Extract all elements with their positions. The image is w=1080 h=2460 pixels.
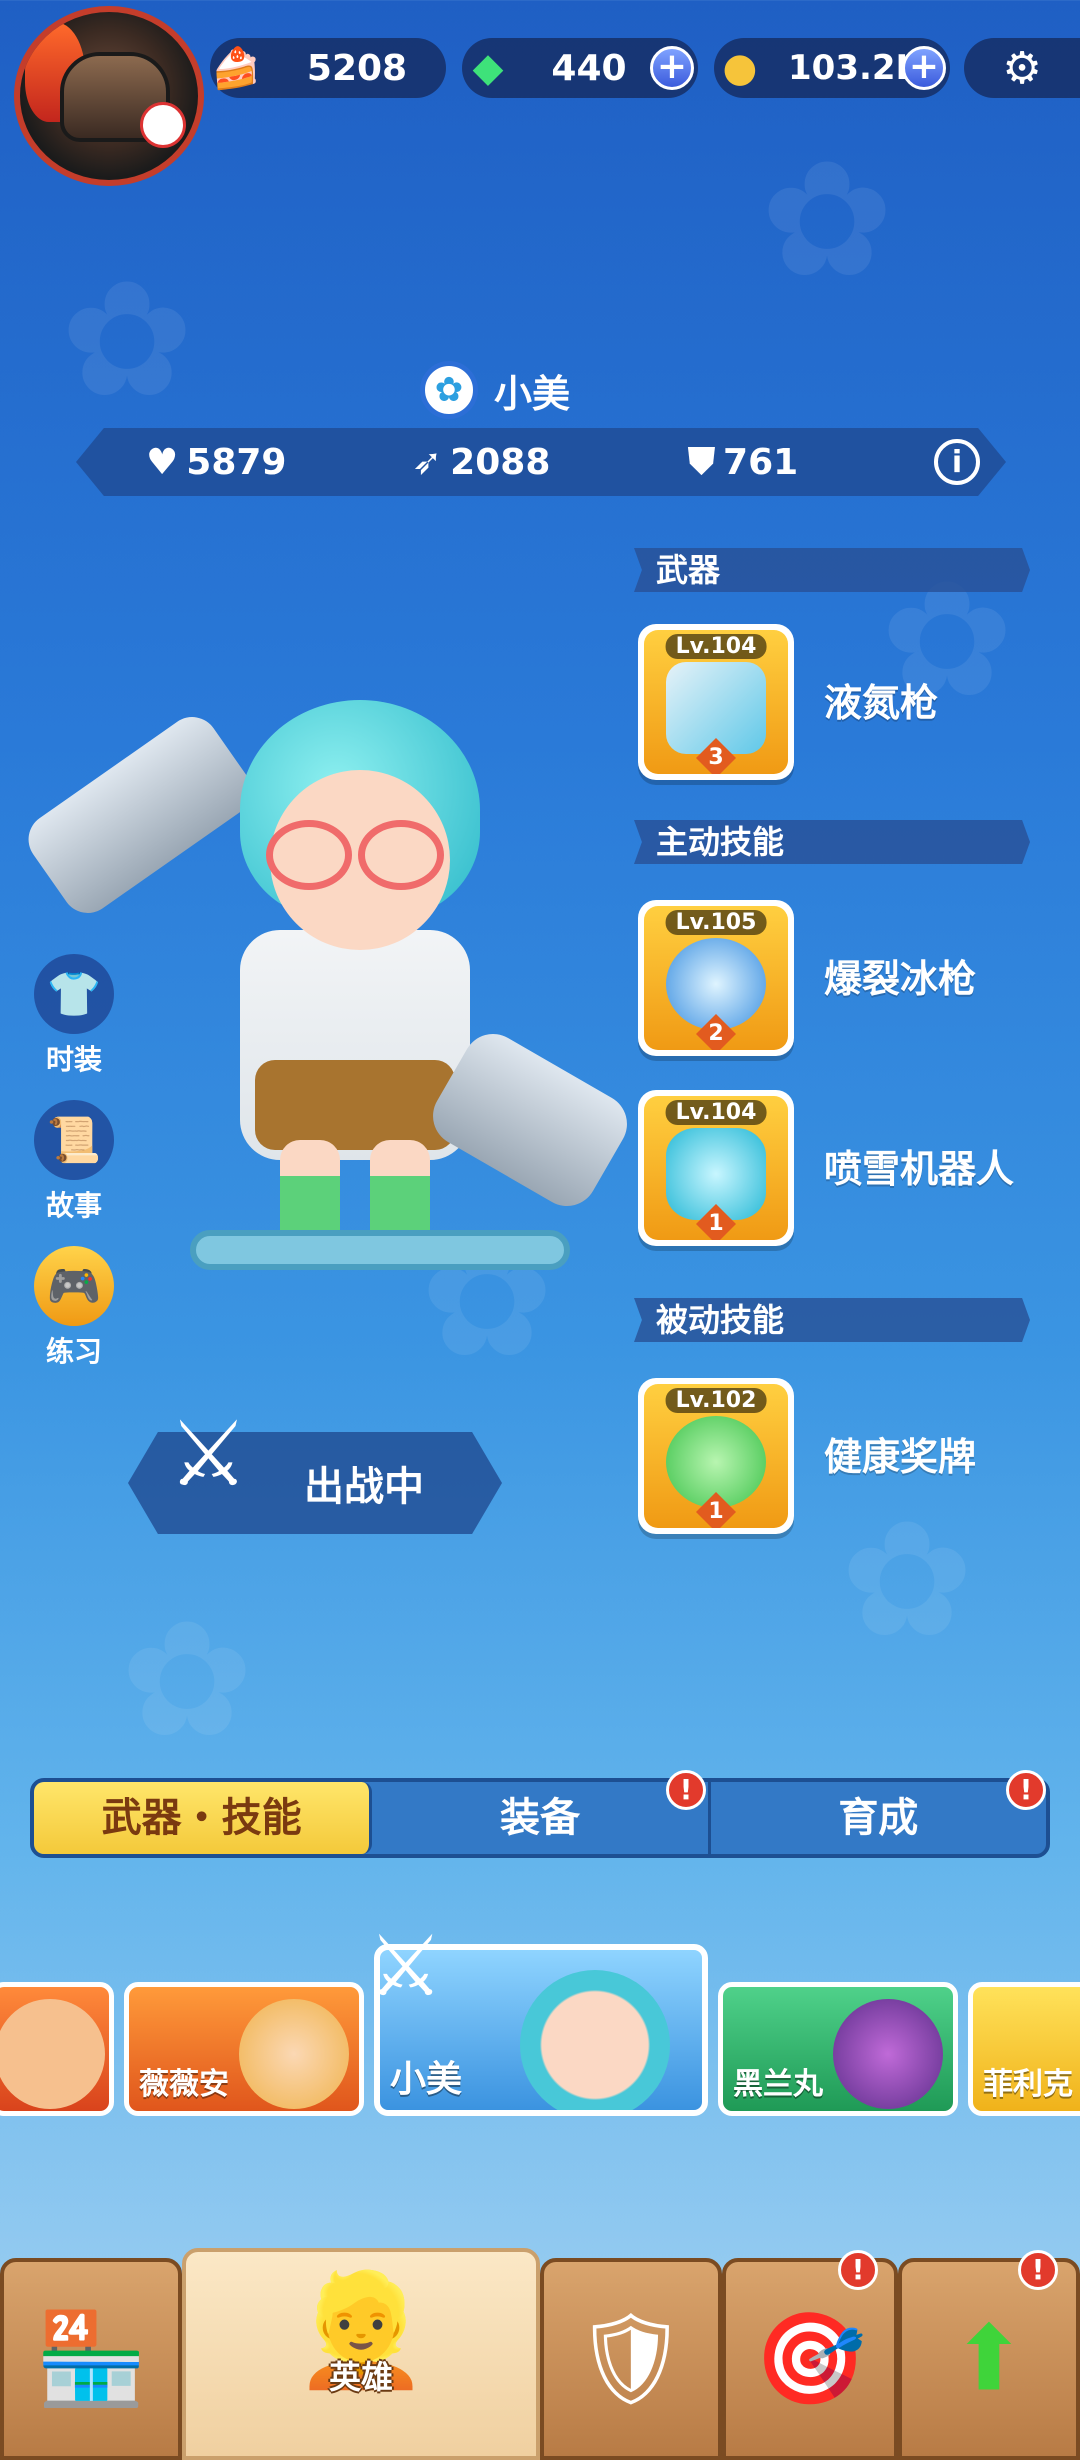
shirt-icon: 👕 xyxy=(34,954,114,1034)
nav-heroes[interactable]: 👱 英雄 xyxy=(182,2248,540,2460)
hero-class-badge-icon: ✿ xyxy=(420,361,478,419)
tab-equipment[interactable]: 装备 xyxy=(372,1782,711,1854)
defense-stat: ⛊ 761 xyxy=(688,428,798,496)
outfit-button[interactable]: 👕 时装 xyxy=(34,954,114,1078)
active-skill-card-2[interactable]: Lv.104 1 xyxy=(638,1090,794,1246)
gem-icon: ◆ xyxy=(472,45,504,91)
weapon-level: Lv.104 xyxy=(665,634,767,659)
missions-alert-icon: ! xyxy=(838,2250,878,2290)
hp-value: 5879 xyxy=(186,441,287,483)
hero-card-felix-partial[interactable]: 菲利克 xyxy=(968,1982,1080,2116)
cake-value: 5208 xyxy=(306,47,408,89)
weapon-section-header: 武器 xyxy=(634,548,1030,592)
hero-card-vivian[interactable]: 薇薇安 xyxy=(124,1982,364,2116)
avatar-baseball-icon xyxy=(140,102,186,148)
hero-card-name: 小美 xyxy=(390,2059,463,2100)
attack-stat: ➶ 2088 xyxy=(412,428,550,496)
nav-missions[interactable]: 🎯 xyxy=(722,2258,898,2460)
hero-character-model[interactable] xyxy=(18,640,638,1340)
gear-icon: ⚙ xyxy=(1002,42,1042,94)
active-skill-card-1[interactable]: Lv.105 2 xyxy=(638,900,794,1056)
active-skill-1-name: 爆裂冰枪 xyxy=(824,957,977,1001)
cake-icon: 🍰 xyxy=(211,45,261,92)
bottom-navigation: 🏪 👱 英雄 🛡 🎯 ⬆ xyxy=(0,2248,1080,2460)
background-flower-icon: ✿ xyxy=(60,246,195,433)
background-flower-icon: ✿ xyxy=(760,126,895,313)
hero-gun-left xyxy=(18,706,262,924)
upgrade-alert-icon: ! xyxy=(1018,2250,1058,2290)
tab-cultivation[interactable]: 育成 xyxy=(711,1782,1046,1854)
in-battle-swords-icon: ⚔ xyxy=(368,1917,444,2015)
hero-portrait xyxy=(239,1999,349,2109)
add-gems-button[interactable]: + xyxy=(650,46,694,90)
hero-board xyxy=(190,1230,570,1270)
active-skill-2-level: Lv.104 xyxy=(665,1100,767,1125)
hero-stats-bar: ♥ 5879 ➶ 2088 ⛊ 761 i xyxy=(76,428,1006,496)
attack-icon: ➶ xyxy=(412,441,443,483)
crossed-swords-icon: ⚔ xyxy=(168,1402,249,1507)
gem-value: 440 xyxy=(551,47,627,89)
heart-icon: ♥ xyxy=(146,441,179,483)
active-skill-1-level: Lv.105 xyxy=(665,910,767,935)
hero-portrait xyxy=(520,1970,670,2110)
shield-icon: ⛊ xyxy=(688,441,716,482)
hero-tabs: 武器・技能 装备 育成 xyxy=(30,1778,1050,1858)
gamepad-icon: 🎮 xyxy=(34,1246,114,1326)
info-button[interactable]: i xyxy=(934,439,980,485)
equipment-alert-icon: ! xyxy=(666,1770,706,1810)
settings-button[interactable]: ⚙ xyxy=(964,38,1080,98)
hero-title: ✿ 小美 xyxy=(420,360,570,420)
shop-icon: 🏪 xyxy=(34,2306,148,2412)
hero-card-kuranmaru[interactable]: 黑兰丸 xyxy=(718,1982,958,2116)
gem-counter: ◆ 440 + xyxy=(462,38,698,98)
coin-value: 103.2K xyxy=(788,48,922,88)
coin-icon: ● xyxy=(722,45,758,91)
defense-value: 761 xyxy=(723,441,799,483)
upgrade-arrow-icon: ⬆ xyxy=(951,2306,1027,2412)
nav-shop[interactable]: 🏪 xyxy=(0,2258,182,2460)
practice-button[interactable]: 🎮 练习 xyxy=(34,1246,114,1370)
background-flower-icon: ✿ xyxy=(120,1586,255,1773)
player-avatar[interactable] xyxy=(14,6,204,186)
background-flower-icon: ✿ xyxy=(840,1486,975,1673)
cake-counter: 🍰 5208 xyxy=(210,38,446,98)
target-icon: 🎯 xyxy=(753,2306,867,2412)
battle-shield-icon: 🛡 xyxy=(573,2306,689,2412)
attack-value: 2088 xyxy=(450,441,551,483)
info-icon: i xyxy=(951,444,963,480)
story-button[interactable]: 📜 故事 xyxy=(34,1100,114,1224)
active-skill-section-header: 主动技能 xyxy=(634,820,1030,864)
active-skill-2-name: 喷雪机器人 xyxy=(824,1147,1015,1191)
hero-card-name: 黑兰丸 xyxy=(733,2067,823,2102)
passive-skill-section-header: 被动技能 xyxy=(634,1298,1030,1342)
weapon-name: 液氮枪 xyxy=(824,681,939,725)
hero-card-name: 薇薇安 xyxy=(139,2067,229,2102)
hero-card-name: 菲利克 xyxy=(983,2067,1073,2102)
coin-counter: ● 103.2K + xyxy=(714,38,950,98)
hero-portrait xyxy=(0,1999,105,2109)
add-coins-button[interactable]: + xyxy=(902,46,946,90)
story-scroll-icon: 📜 xyxy=(34,1100,114,1180)
story-label: 故事 xyxy=(45,1189,102,1222)
hero-name: 小美 xyxy=(494,371,571,416)
hero-card-partial-left[interactable] xyxy=(0,1982,114,2116)
passive-skill-name: 健康奖牌 xyxy=(824,1435,977,1479)
nav-battle[interactable]: 🛡 xyxy=(540,2258,722,2460)
in-battle-label: 出战中 xyxy=(304,1464,424,1510)
passive-skill-level: Lv.102 xyxy=(665,1388,767,1413)
practice-label: 练习 xyxy=(45,1335,102,1368)
hp-stat: ♥ 5879 xyxy=(146,428,286,496)
nav-heroes-label: 英雄 xyxy=(328,2358,393,2396)
cultivation-alert-icon: ! xyxy=(1006,1770,1046,1810)
nav-upgrade[interactable]: ⬆ xyxy=(898,2258,1080,2460)
tab-weapon-skills[interactable]: 武器・技能 xyxy=(34,1782,373,1854)
hero-shorts xyxy=(255,1060,455,1150)
outfit-label: 时装 xyxy=(45,1043,102,1076)
hero-portrait xyxy=(833,1999,943,2109)
weapon-card[interactable]: Lv.104 3 xyxy=(638,624,794,780)
passive-skill-card[interactable]: Lv.102 1 xyxy=(638,1378,794,1534)
hero-glasses xyxy=(266,820,456,890)
